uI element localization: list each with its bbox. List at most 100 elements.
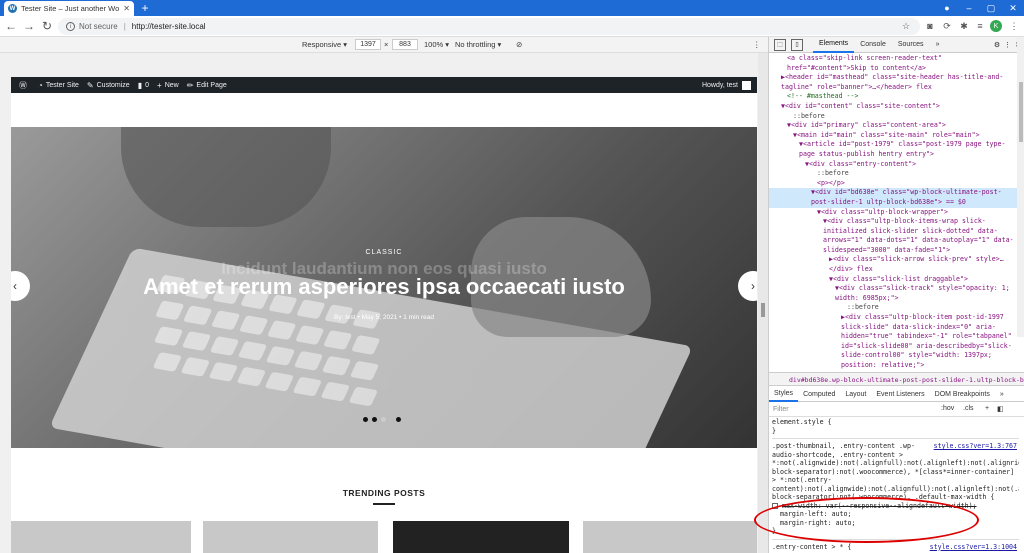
close-window-button[interactable]: ✕ [1002,0,1024,16]
back-arrow-icon[interactable]: ← [3,18,19,34]
admin-customize[interactable]: ✎ Customize [87,81,130,90]
dom-node[interactable]: ▼<div class="slick-list draggable"> [769,275,1019,285]
dom-node[interactable]: ::before [769,112,1019,122]
dom-node[interactable]: ▶<div class="slick-arrow slick-prev" sty… [769,255,1019,274]
url-text[interactable]: http://tester-site.local [132,22,206,31]
wp-logo-icon[interactable]: Ⓦ [19,80,30,91]
page-viewport: Ⓦ ◔ Tester Site ✎ Customize ▮ 0 + New ✏ Edit … [0,53,768,553]
dom-tree[interactable]: <a class="skip-link screen-reader-text" … [769,54,1019,384]
slider-dot-active[interactable] [381,417,386,422]
new-rule-plus-icon[interactable]: + [985,405,989,412]
browser-tab[interactable]: W Tester Site – Just another WordPress s… [4,1,134,16]
zoom-select[interactable]: 100% ▾ [424,40,449,49]
viewport-width-input[interactable]: 1397 [355,39,381,50]
bookmark-star-icon[interactable]: ☆ [900,20,912,32]
inspect-icon[interactable]: ⬚ [774,38,786,51]
forward-arrow-icon[interactable]: → [21,18,37,34]
css-selector: .post-thumbnail, .entry-content .wp-audi… [772,442,1019,501]
dom-node[interactable]: ▼<div class="entry-content"> [769,160,1019,170]
post-category[interactable]: CLASSIC [11,249,757,256]
dom-node-selected[interactable]: ▼<div id="bd638e" class="wp-block-ultima… [769,188,1019,208]
profile-avatar[interactable]: K [990,20,1002,32]
dom-node[interactable]: <p></p> [769,179,1019,189]
styles-filter-input[interactable]: Filter :hov .cls + ◧ [769,403,1024,417]
dom-node[interactable]: ▼<div id="primary" class="content-area"> [769,121,1019,131]
info-icon[interactable]: i [66,22,75,31]
throttle-select[interactable]: No throttling ▾ [455,40,501,49]
tab-close-icon[interactable]: ✕ [123,4,130,13]
hov-toggle[interactable]: :hov [941,405,954,412]
maximize-button[interactable]: ▢ [980,0,1002,16]
device-mode-icon[interactable]: ▯ [791,38,803,51]
reload-icon[interactable]: ↻ [39,18,55,34]
dom-node[interactable]: ▼<div class="slick-track" style="opacity… [769,284,1019,303]
tab-dom-breakpoints[interactable]: DOM Breakpoints [930,391,995,398]
dom-node[interactable]: ▼<div class="ultp-block-wrapper"> [769,208,1019,218]
tab-styles[interactable]: Styles [769,387,799,402]
slider-dot[interactable] [372,417,377,422]
omnibox[interactable]: i Not secure | http://tester-site.local [58,18,920,35]
dom-node[interactable]: <!-- #masthead --> [769,92,1019,102]
admin-new[interactable]: + New [157,81,179,90]
admin-edit-page[interactable]: ✏ Edit Page [187,81,227,90]
toggle-sidebar-icon[interactable]: ◧ [997,405,1004,413]
slider-dot[interactable] [363,417,368,422]
settings-gear-icon[interactable]: ⚙ [994,41,1000,49]
sync-extension-icon[interactable]: ⟳ [941,20,953,32]
dom-breadcrumb[interactable]: div#bd638e.wp-block-ultimate-post-post-s… [769,372,1024,386]
post-title[interactable]: Amet et rerum asperiores ipsa occaecati … [11,274,757,300]
browser-menu-icon[interactable]: ⋮ [1008,20,1020,32]
tab-styles-more[interactable]: » [995,391,1009,398]
devtools-menu-icon[interactable]: ⋮ [1004,41,1011,49]
cls-toggle[interactable]: .cls [963,405,974,412]
tab-layout[interactable]: Layout [840,391,871,398]
profile-dot-icon[interactable]: ● [936,0,958,16]
admin-howdy[interactable]: Howdy, test [702,80,751,90]
brush-icon: ✎ [86,80,94,90]
slider-dot[interactable] [396,417,401,422]
dom-node[interactable]: ▼<div id="content" class="site-content"> [769,102,1019,112]
new-tab-button[interactable]: + [138,1,152,15]
red-annotation-circle [754,497,979,543]
device-select[interactable]: Responsive ▾ [302,40,347,49]
comment-icon: ▮ [137,80,143,90]
rule-source-link[interactable]: style.css?ver=1.3:767 [934,442,1017,451]
dom-node[interactable]: ▼<main id="main" class="site-main" role=… [769,131,1019,141]
dom-node[interactable]: <a class="skip-link screen-reader-text" … [769,54,1019,73]
trending-thumb[interactable] [583,521,757,553]
styles-tabbar: Styles Computed Layout Event Listeners D… [769,387,1024,402]
minimize-button[interactable]: – [958,0,980,16]
plus-icon: + [157,80,162,90]
dom-node[interactable]: ::before [769,303,1019,313]
tab-computed[interactable]: Computed [798,391,840,398]
not-secure-label: Not secure [79,22,118,31]
admin-comments[interactable]: ▮ 0 [138,81,149,90]
dimension-times: × [384,40,389,49]
rotate-icon[interactable]: ⊘ [516,40,522,49]
admin-site-name[interactable]: ◔ Tester Site [38,81,79,90]
trending-thumb[interactable] [393,521,569,553]
dom-node[interactable]: ▼<article id="post-1979" class="post-197… [769,140,1019,159]
trending-thumb[interactable] [11,521,191,553]
viewport-height-input[interactable]: 883 [392,39,418,50]
dom-node[interactable]: ▶<div class="ultp-block-item post-id-199… [769,313,1019,371]
tab-sources[interactable]: Sources [892,41,930,48]
media-extension-icon[interactable]: ≡ [974,20,986,32]
web-page: Ⓦ ◔ Tester Site ✎ Customize ▮ 0 + New ✏ Edit … [11,77,757,553]
element-style-rule[interactable]: element.style { [772,418,1019,427]
tab-more[interactable]: » [930,41,946,48]
dom-node[interactable]: ▶<header id="masthead" class="site-heade… [769,73,1019,92]
pencil-icon: ✏ [186,80,194,90]
tab-console[interactable]: Console [854,41,892,48]
device-more-icon[interactable]: ⋮ [753,40,761,49]
trending-thumb[interactable] [203,521,378,553]
dom-scrollbar[interactable] [1017,37,1024,337]
dom-node[interactable]: ▼<div class="ultp-block-items-wrap slick… [769,217,1019,255]
dom-node[interactable]: ::before [769,169,1019,179]
viewport-resize-handle[interactable] [758,53,768,553]
tab-elements[interactable]: Elements [813,37,855,53]
camera-extension-icon[interactable]: ◙ [924,20,936,32]
extensions-puzzle-icon[interactable]: ✱ [958,20,970,32]
tab-event-listeners[interactable]: Event Listeners [871,391,929,398]
rule-source-link[interactable]: style.css?ver=1.3:1004 [930,543,1017,552]
